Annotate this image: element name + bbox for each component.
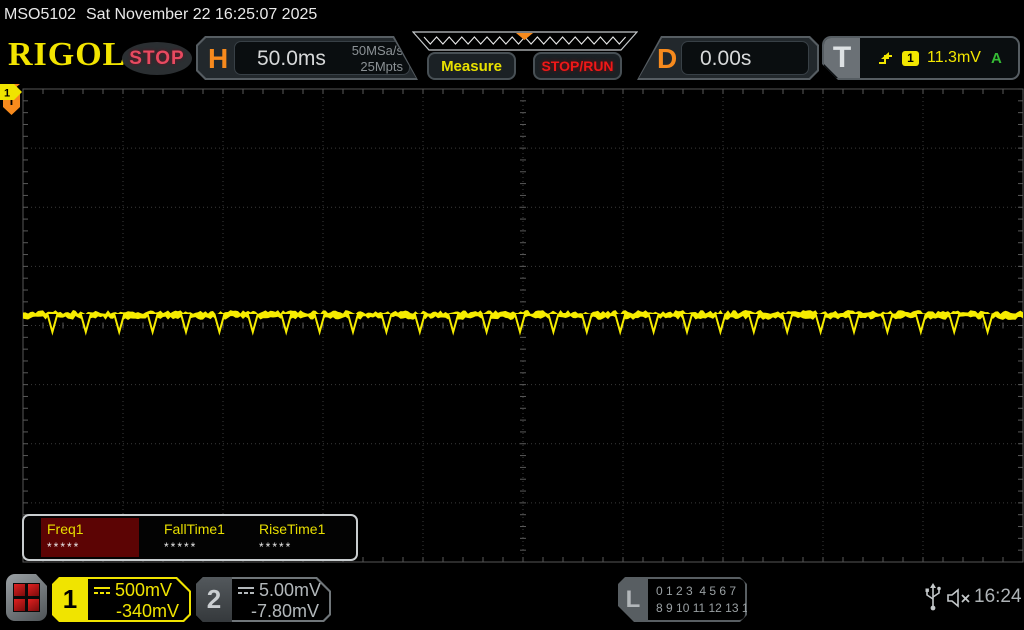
- channel1-number: 1: [62, 584, 78, 614]
- trigger-source-badge: 1: [902, 50, 919, 66]
- rigol-logo: RIGOL: [8, 36, 127, 73]
- delay-lcd: 0.00s: [681, 41, 809, 75]
- measurement-item-freq1[interactable]: Freq1 *****: [41, 518, 139, 557]
- channel2-status-button[interactable]: 2 5.00mV -7.80mV: [196, 577, 331, 622]
- rising-edge-icon: [879, 52, 892, 64]
- channel2-scale: 5.00mV: [259, 580, 322, 600]
- top-toolbar: RIGOL STOP H 50.0ms 50MSa/s 25Mpts Measu…: [0, 30, 1024, 84]
- measurement-results-box: Freq1 ***** FallTime1 ***** RiseTime1 **…: [22, 514, 358, 561]
- ch1-offset-marker[interactable]: 1: [0, 84, 23, 100]
- waveform-display: T 1 Freq1 ***** FallTime1 ***** RiseTime…: [0, 84, 1024, 568]
- bottom-status-bar: 1 500mV -340mV 2 5.00mV -7.80mV L 0 1 2 …: [0, 568, 1024, 630]
- channel2-offset: -7.80mV: [250, 601, 319, 621]
- delay-label: D: [657, 43, 678, 74]
- title-bar: MSO5102 Sat November 22 16:25:07 2025: [0, 0, 1024, 30]
- measure-button[interactable]: Measure: [427, 52, 516, 80]
- timebase-value: 50.0ms: [257, 47, 326, 70]
- speaker-muted-icon[interactable]: [946, 587, 972, 609]
- horizontal-settings-button[interactable]: H 50.0ms 50MSa/s 25Mpts: [196, 36, 418, 80]
- trigger-label: T: [832, 41, 852, 74]
- sample-rate: 50MSa/s: [351, 43, 403, 58]
- delay-value: 0.00s: [700, 47, 752, 70]
- trigger-mode: A: [990, 49, 1002, 67]
- horizontal-lcd: 50.0ms 50MSa/s 25Mpts: [234, 41, 410, 75]
- channel1-scale: 500mV: [115, 580, 173, 600]
- horizontal-label: H: [208, 43, 229, 74]
- usb-icon: [925, 583, 941, 611]
- logic-channels-row2: 8 9 10 11 12 13 14 15: [656, 601, 772, 615]
- logic-label: L: [625, 585, 641, 613]
- system-clock: 16:24: [974, 586, 1022, 607]
- memory-depth: 25Mpts: [360, 59, 403, 74]
- logic-channels-button[interactable]: L 0 1 2 3 4 5 6 7 8 9 10 11 12 13 14 15: [618, 577, 747, 622]
- svg-text:1: 1: [4, 88, 10, 100]
- channel2-number: 2: [196, 577, 232, 622]
- delay-settings-button[interactable]: D 0.00s: [637, 36, 819, 80]
- menu-grid-button[interactable]: [6, 574, 47, 621]
- measurement-item-risetime1[interactable]: RiseTime1 *****: [253, 518, 347, 557]
- system-datetime: Sat November 22 16:25:07 2025: [86, 6, 318, 23]
- oscilloscope-screen: MSO5102 Sat November 22 16:25:07 2025 RI…: [0, 0, 1024, 630]
- channel1-offset: -340mV: [115, 601, 179, 621]
- model-name: MSO5102: [4, 6, 77, 23]
- trigger-tab: T: [824, 38, 860, 78]
- dc-coupling-icon: [238, 587, 254, 594]
- ch1-waveform: [23, 310, 1023, 336]
- run-state-label: STOP: [129, 47, 185, 69]
- logic-channels-row1: 0 1 2 3 4 5 6 7: [656, 584, 737, 598]
- trigger-settings-button[interactable]: T 1 11.3mV A: [822, 36, 1020, 80]
- measurement-item-falltime1[interactable]: FallTime1 *****: [158, 518, 252, 557]
- menu-grid-icon: [13, 583, 40, 612]
- stop-run-button[interactable]: STOP/RUN: [533, 52, 622, 80]
- acquisition-rates: 50MSa/s 25Mpts: [352, 43, 403, 75]
- dc-coupling-icon: [94, 587, 110, 594]
- channel1-status-button[interactable]: 1 500mV -340mV: [52, 577, 191, 622]
- run-state-indicator: STOP: [122, 42, 192, 75]
- trigger-level-value: 11.3mV: [927, 49, 981, 66]
